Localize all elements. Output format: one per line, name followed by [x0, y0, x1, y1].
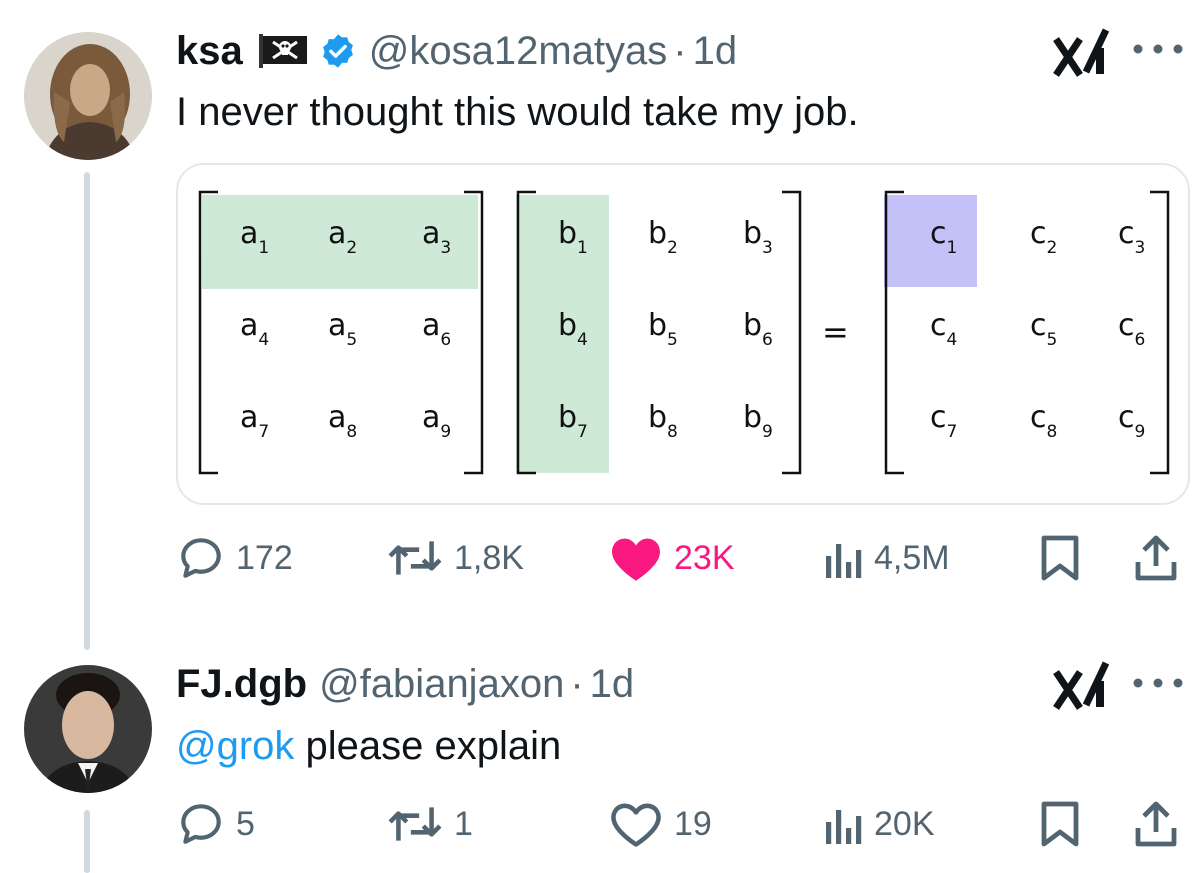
repost-count: 1: [454, 804, 473, 843]
matrix-entry: c3: [1118, 216, 1145, 258]
repost-icon: [388, 807, 442, 841]
share-icon: [1135, 801, 1177, 847]
matrix-multiplication-diagram: a1 a2 a3a4 a5 a6a7 a8 a9b1 b2 b3b4 b5 b6b7 b8 b9c1 c2…: [198, 190, 1170, 475]
reply-button[interactable]: 5: [176, 794, 255, 854]
display-name[interactable]: ksa: [176, 29, 243, 74]
matrix-entry: a5: [328, 308, 357, 350]
more-options-icon[interactable]: [1130, 42, 1186, 56]
equals-sign: =: [822, 313, 849, 351]
views-button[interactable]: 4,5M: [824, 528, 950, 588]
repost-button[interactable]: 1: [386, 794, 473, 854]
pirate-flag-icon: [257, 34, 309, 68]
thread-line: [84, 810, 90, 873]
media-image[interactable]: a1 a2 a3 a4 a5 a6 a7 a8 a9 b1 b2 b3 b4 b5 b6 b7 b8 b9 c1 c2…: [176, 163, 1190, 505]
repost-count: 1,8K: [454, 538, 524, 577]
view-count: 4,5M: [874, 538, 950, 577]
action-bar: 172 1,8K 23K 4,5M: [176, 528, 1190, 588]
avatar[interactable]: [24, 32, 152, 160]
share-icon: [1135, 535, 1177, 581]
matrix-entry: a8: [328, 400, 357, 442]
matrix-entry: c5: [1030, 308, 1057, 350]
handle[interactable]: @kosa12matyas: [369, 29, 668, 74]
thread-line: [84, 172, 90, 650]
like-count: 19: [674, 804, 712, 843]
matrix-entry: b2: [648, 216, 678, 258]
avatar[interactable]: [24, 665, 152, 793]
more-options-icon[interactable]: [1130, 676, 1186, 690]
bookmark-button[interactable]: [1040, 794, 1080, 854]
views-icon: [826, 810, 862, 844]
matrix-entry: b8: [648, 400, 678, 442]
matrix-entry: a4: [240, 308, 269, 350]
tweet-body: please explain: [294, 724, 562, 768]
share-button[interactable]: [1134, 794, 1178, 854]
handle[interactable]: @fabianjaxon: [319, 662, 564, 707]
separator: ·: [673, 28, 687, 73]
bookmark-icon: [1041, 801, 1079, 847]
matrix-entry: b6: [743, 308, 773, 350]
action-bar: 5 1 19 20K: [176, 794, 1190, 854]
like-button[interactable]: 19: [608, 794, 712, 854]
timestamp[interactable]: 1d: [693, 29, 738, 74]
heart-filled-icon: [612, 538, 660, 581]
reply-count: 172: [236, 538, 293, 577]
right-bracket: [782, 190, 802, 475]
right-bracket: [1150, 190, 1170, 475]
bookmark-button[interactable]: [1040, 528, 1080, 588]
repost-button[interactable]: 1,8K: [386, 528, 524, 588]
display-name[interactable]: FJ.dgb: [176, 662, 307, 707]
tweet-text: I never thought this would take my job.: [176, 90, 859, 134]
heart-icon: [611, 803, 661, 847]
matrix-entry: c7: [930, 400, 957, 442]
mention-link[interactable]: @grok: [176, 724, 294, 768]
verified-badge-icon: [319, 32, 357, 70]
reply-icon: [181, 804, 221, 844]
reply-icon: [181, 538, 221, 578]
grok-icon[interactable]: [1052, 22, 1112, 82]
timestamp[interactable]: 1d: [590, 662, 635, 707]
matrix-entry: a9: [422, 400, 451, 442]
reply-count: 5: [236, 804, 255, 843]
matrix-entry: a7: [240, 400, 269, 442]
like-count: 23K: [674, 538, 735, 577]
tweet-text: @grok please explain: [176, 724, 561, 769]
matrix-entry: c4: [930, 308, 957, 350]
tweet-header: FJ.dgb @fabianjaxon · 1d: [176, 660, 634, 708]
repost-icon: [388, 541, 442, 575]
share-button[interactable]: [1134, 528, 1178, 588]
reply-button[interactable]: 172: [176, 528, 293, 588]
separator: ·: [570, 661, 584, 706]
bookmark-icon: [1041, 535, 1079, 581]
matrix-entry: c9: [1118, 400, 1145, 442]
matrix-entry: b9: [743, 400, 773, 442]
matrix-entry: b5: [648, 308, 678, 350]
views-icon: [826, 544, 862, 578]
like-button[interactable]: 23K: [608, 528, 735, 588]
view-count: 20K: [874, 804, 935, 843]
grok-icon[interactable]: [1052, 655, 1112, 715]
matrix-entry: a6: [422, 308, 451, 350]
matrix-entry: c8: [1030, 400, 1057, 442]
matrix-entry: c6: [1118, 308, 1145, 350]
views-button[interactable]: 20K: [824, 794, 935, 854]
matrix-entry: c2: [1030, 216, 1057, 258]
tweet-header: ksa @kosa12matyas · 1d: [176, 27, 737, 75]
matrix-entry: b3: [743, 216, 773, 258]
